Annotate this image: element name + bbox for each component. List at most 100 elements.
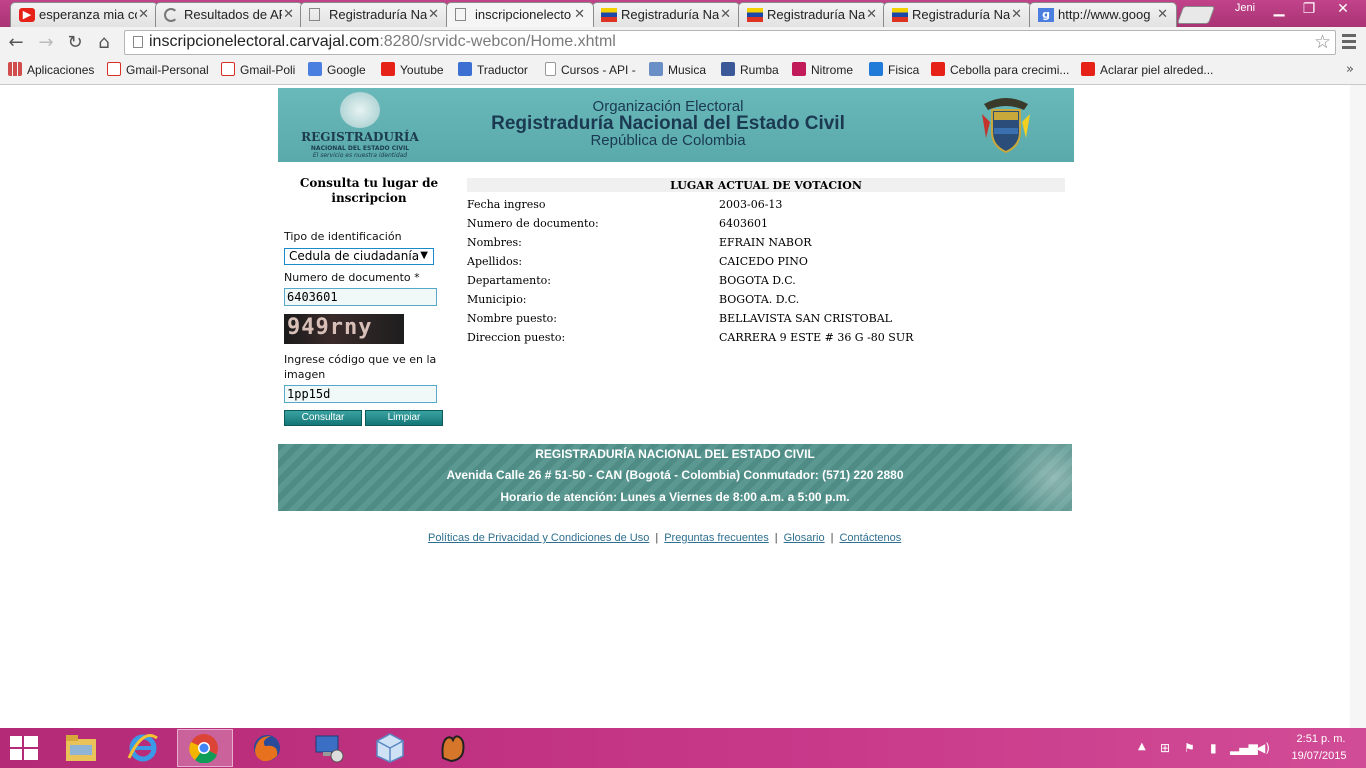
faq-link[interactable]: Preguntas frecuentes [664, 532, 769, 544]
page-icon [309, 8, 320, 21]
consult-button[interactable]: Consultar [284, 410, 362, 426]
footer-hours: Horario de atención: Lunes a Viernes de … [500, 490, 850, 504]
result-label: Municipio: [467, 293, 527, 306]
windows-start-icon[interactable] [10, 736, 38, 760]
bookmark-label: Cebolla para crecimi... [950, 63, 1070, 77]
menu-icon[interactable] [1342, 34, 1356, 52]
registraduria-icon [601, 8, 617, 22]
bookmark-traductor[interactable]: Traductor [458, 62, 528, 80]
browser-toolbar: ← → ↻ ⌂ inscripcionelectoral.carvajal.co… [0, 27, 1366, 59]
virtualbox-icon[interactable] [374, 732, 406, 764]
restore-icon[interactable]: ❐ [1294, 0, 1324, 20]
bookmark-label: Google [327, 63, 366, 77]
doc-number-input[interactable]: 6403601 [284, 288, 437, 306]
browser-tab-active[interactable]: inscripcionelecto ✕ [446, 2, 594, 27]
file-explorer-icon[interactable] [64, 733, 98, 763]
volume-icon[interactable]: ◀) [1256, 741, 1270, 755]
browser-tab[interactable]: Registraduría Na ✕ [883, 2, 1031, 27]
close-icon[interactable]: ✕ [1011, 7, 1022, 22]
tray-expand-icon[interactable]: ▲ [1138, 741, 1146, 752]
bookmark-rumba[interactable]: Rumba [721, 62, 779, 80]
bookmark-aclarar[interactable]: Aclarar piel alreded... [1081, 62, 1213, 80]
result-label: Direccion puesto: [467, 331, 566, 344]
signal-icon[interactable]: ▂▄▆ [1230, 741, 1258, 755]
page-icon [545, 62, 556, 76]
remote-desktop-icon[interactable] [313, 732, 345, 764]
close-icon[interactable]: ✕ [866, 7, 877, 22]
bookmark-apps[interactable]: Aplicaciones [8, 62, 94, 80]
reload-icon[interactable]: ↻ [65, 33, 85, 53]
close-icon[interactable]: ✕ [428, 7, 439, 22]
registraduria-logo: REGISTRADURÍA NACIONAL DEL ESTADO CIVIL … [300, 92, 420, 160]
bookmark-label: Youtube [400, 63, 444, 77]
site-header-banner: REGISTRADURÍA NACIONAL DEL ESTADO CIVIL … [278, 88, 1074, 162]
browser-tab[interactable]: ▶ esperanza mia co ✕ [10, 2, 158, 27]
chrome-icon[interactable] [189, 733, 219, 763]
privacy-link[interactable]: Políticas de Privacidad y Condiciones de… [428, 532, 649, 544]
result-row: Apellidos: CAICEDO PINO [467, 255, 1067, 274]
dropdown-arrow-icon: ▼ [420, 250, 428, 261]
bookmarks-more-icon[interactable]: » [1346, 62, 1354, 77]
internet-explorer-icon[interactable] [127, 732, 159, 764]
bookmark-label: Cursos - API - [561, 63, 636, 77]
result-row: Numero de documento: 6403601 [467, 217, 1067, 236]
new-tab-button[interactable] [1176, 6, 1216, 24]
captcha-image: 949rny [284, 314, 404, 344]
notification-flag-icon[interactable]: ⚑ [1184, 741, 1195, 755]
browser-tab[interactable]: Registraduría Na ✕ [592, 2, 740, 27]
bookmark-nitrome[interactable]: Nitrome [792, 62, 853, 80]
close-icon[interactable]: ✕ [138, 7, 149, 22]
colombia-coat-of-arms-icon [982, 98, 1030, 154]
id-type-label: Tipo de identificación [284, 230, 402, 243]
close-icon[interactable]: ✕ [720, 7, 731, 22]
battery-icon[interactable]: ▮ [1210, 741, 1217, 755]
tab-title: Registraduría Na [621, 7, 719, 22]
close-icon[interactable]: ✕ [574, 7, 585, 22]
firefox-icon[interactable] [251, 732, 283, 764]
browser-tab[interactable]: Registraduría Na ✕ [738, 2, 886, 27]
bookmark-star-icon[interactable]: ☆ [1314, 31, 1331, 53]
forward-icon[interactable]: → [36, 33, 56, 53]
bookmark-cursos[interactable]: Cursos - API - [545, 62, 636, 80]
result-row: Municipio: BOGOTA. D.C. [467, 293, 1067, 312]
clear-button[interactable]: Limpiar [365, 410, 443, 426]
bookmark-musica[interactable]: Musica [649, 62, 706, 80]
url-text: inscripcionelectoral.carvajal.com:8280/s… [149, 33, 616, 51]
result-value: BOGOTA. D.C. [719, 293, 800, 306]
result-value: CARRERA 9 ESTE # 36 G -80 SUR [719, 331, 914, 344]
bookmark-google[interactable]: Google [308, 62, 366, 80]
profile-name[interactable]: Jeni [1228, 2, 1262, 18]
browser-tab[interactable]: Resultados de AF ✕ [155, 2, 303, 27]
app-glove-icon[interactable] [437, 732, 469, 764]
youtube-icon: ▶ [19, 8, 35, 22]
bookmark-gmail-poli[interactable]: Gmail-Poli [221, 62, 295, 80]
tab-title: Registraduría Na [912, 7, 1010, 22]
bookmark-youtube[interactable]: Youtube [381, 62, 444, 80]
clock-time[interactable]: 2:51 p. m. [1293, 733, 1349, 745]
minimize-icon[interactable]: ▁ [1264, 0, 1294, 20]
page-scrollbar[interactable] [1350, 85, 1366, 728]
bookmark-cebolla[interactable]: Cebolla para crecimi... [931, 62, 1069, 80]
home-icon[interactable]: ⌂ [94, 33, 114, 53]
browser-tab[interactable]: g http://www.goog ✕ [1029, 2, 1177, 27]
close-icon[interactable]: ✕ [283, 7, 294, 22]
id-type-select[interactable]: Cedula de ciudadanía ▼ [284, 248, 434, 265]
browser-tab[interactable]: Registraduría Na ✕ [300, 2, 448, 27]
bookmark-label: Musica [668, 63, 707, 77]
contact-link[interactable]: Contáctenos [839, 532, 901, 544]
result-row: Direccion puesto: CARRERA 9 ESTE # 36 G -… [467, 331, 1067, 350]
close-icon[interactable]: ✕ [1157, 7, 1168, 22]
tab-strip: ▶ esperanza mia co ✕ Resultados de AF ✕ … [0, 0, 1366, 27]
action-center-icon[interactable]: ⊞ [1160, 741, 1170, 755]
tab-title: Resultados de AF [184, 7, 282, 22]
back-icon[interactable]: ← [6, 33, 26, 53]
clock-date[interactable]: 19/07/2015 [1287, 750, 1351, 762]
captcha-input[interactable]: 1pp15d [284, 385, 437, 403]
bookmark-fisica[interactable]: Fisica [869, 62, 919, 80]
window-close-icon[interactable]: ✕ [1326, 0, 1360, 20]
bookmark-gmail-personal[interactable]: Gmail-Personal [107, 62, 209, 80]
youtube-icon [1081, 62, 1095, 76]
address-bar[interactable]: inscripcionelectoral.carvajal.com:8280/s… [124, 30, 1336, 55]
glossary-link[interactable]: Glosario [784, 532, 825, 544]
translate-icon [458, 62, 472, 76]
